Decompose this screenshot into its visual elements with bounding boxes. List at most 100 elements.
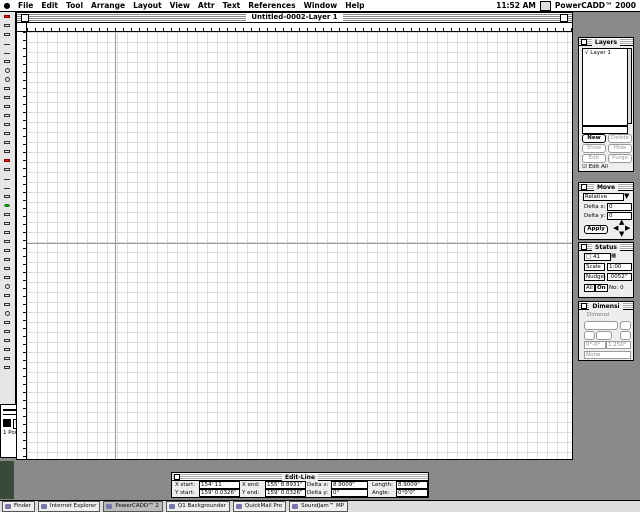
status-close-icon[interactable] xyxy=(581,244,587,250)
mirror-tool-icon[interactable] xyxy=(1,148,14,156)
zoom-box-icon[interactable] xyxy=(560,14,568,22)
y-start-field[interactable]: 159' 0.0326" xyxy=(199,489,240,497)
dimension-right-icon[interactable] xyxy=(620,331,631,340)
menu-view[interactable]: View xyxy=(166,1,194,10)
select-tool-icon[interactable] xyxy=(1,22,14,30)
dimension-format-field[interactable]: None xyxy=(584,351,631,359)
delta-y-line-field[interactable]: 0" xyxy=(331,489,368,497)
dimension-tool-icon[interactable] xyxy=(1,112,14,120)
menu-edit[interactable]: Edit xyxy=(37,1,62,10)
circle-tool-icon[interactable] xyxy=(1,67,14,75)
menu-arrange[interactable]: Arrange xyxy=(87,1,129,10)
arrow-right-icon[interactable]: ▶ xyxy=(625,225,630,232)
point-tool-icon[interactable] xyxy=(1,283,14,291)
edit-layer-button[interactable]: Edit xyxy=(582,154,606,163)
stair-tool-icon[interactable] xyxy=(1,229,14,237)
bezier-tool-icon[interactable] xyxy=(1,94,14,102)
stretch-tool-icon[interactable] xyxy=(1,319,14,327)
window-tool-icon[interactable] xyxy=(1,220,14,228)
group-tool-icon[interactable] xyxy=(1,328,14,336)
dimension-style-button[interactable] xyxy=(584,321,618,330)
layer-name-field[interactable] xyxy=(582,126,628,134)
on-toggle[interactable]: On xyxy=(595,284,608,292)
x-end-field[interactable]: 155' 8.8931" xyxy=(265,481,306,489)
perpendicular-line-tool-icon[interactable] xyxy=(1,49,14,57)
text-tool-icon[interactable] xyxy=(1,103,14,111)
measure-tool-icon[interactable] xyxy=(1,292,14,300)
pointer-tool-icon[interactable] xyxy=(1,13,14,21)
show-layer-button[interactable]: Show xyxy=(582,144,606,153)
door-tool-icon[interactable] xyxy=(1,211,14,219)
extend-tool-icon[interactable] xyxy=(1,355,14,363)
scale-field[interactable]: 1:00 xyxy=(607,263,632,271)
break-tool-icon[interactable] xyxy=(1,346,14,354)
dimension-option-icon[interactable] xyxy=(620,321,631,330)
arc-tool-icon[interactable] xyxy=(1,76,14,84)
task-internet-explorer[interactable]: Internet Explorer xyxy=(37,501,101,512)
layers-title-bar[interactable]: Layers xyxy=(579,38,633,46)
dimension-span-icon[interactable] xyxy=(596,331,612,340)
edit-line-title-bar[interactable]: Edit-Line xyxy=(172,473,428,481)
polygon-tool-icon[interactable] xyxy=(1,85,14,93)
angle-field[interactable]: 0°0'0" xyxy=(396,489,428,497)
fill-color-swatch[interactable] xyxy=(3,419,11,427)
delete-tool-icon[interactable] xyxy=(1,157,14,165)
dimension-angle-field[interactable]: 0°-0° xyxy=(584,341,606,349)
all-toggle[interactable]: All xyxy=(584,284,595,292)
menu-text[interactable]: Text xyxy=(219,1,245,10)
menu-references[interactable]: References xyxy=(244,1,299,10)
trim-tool-icon[interactable] xyxy=(1,121,14,129)
menu-layout[interactable]: Layout xyxy=(129,1,166,10)
menu-help[interactable]: Help xyxy=(341,1,368,10)
chevron-down-icon[interactable]: ▼ xyxy=(624,192,629,200)
grid-icon[interactable]: ▦ xyxy=(611,253,616,259)
new-layer-button[interactable]: New xyxy=(582,134,606,143)
layer-row[interactable]: √ Layer 1 xyxy=(583,49,627,57)
application-menu-label[interactable]: PowerCADD™ 2000 xyxy=(555,1,636,10)
vertical-ruler[interactable] xyxy=(17,32,27,459)
fillet-tool-icon[interactable] xyxy=(1,130,14,138)
delta-x-line-field[interactable]: 8.9009" xyxy=(331,481,368,489)
rectangle-tool-icon[interactable] xyxy=(1,58,14,66)
arrow-left-icon[interactable]: ◀ xyxy=(613,225,618,232)
zoom-tool-icon[interactable] xyxy=(1,202,14,210)
move-mode-select[interactable]: Relative xyxy=(583,193,624,201)
task-quickmail-pro[interactable]: QuickMail Pro xyxy=(232,501,287,512)
menu-attr[interactable]: Attr xyxy=(194,1,219,10)
purge-layer-button[interactable]: Purge xyxy=(608,154,632,163)
grid-tool-icon[interactable] xyxy=(1,238,14,246)
align-tool-icon[interactable] xyxy=(1,265,14,273)
menu-file[interactable]: File xyxy=(14,1,37,10)
double-line-tool-icon[interactable] xyxy=(1,184,14,192)
apple-menu-icon[interactable]: ● xyxy=(0,1,14,10)
y-end-field[interactable]: 159' 0.0326" xyxy=(265,489,306,497)
grid-value-field[interactable]: □ 41 xyxy=(584,253,611,261)
menubar-clock[interactable]: 11:52 AM xyxy=(496,1,536,10)
layers-scrollbar[interactable] xyxy=(627,48,632,124)
close-box-icon[interactable] xyxy=(21,14,29,22)
line-tool-icon[interactable] xyxy=(1,40,14,48)
dimensions-title-bar[interactable]: Dimensi xyxy=(579,302,633,310)
dimension-left-icon[interactable] xyxy=(584,331,595,340)
ruler-corner[interactable] xyxy=(17,23,27,32)
divide-tool-icon[interactable] xyxy=(1,364,14,372)
hide-layer-button[interactable]: Hide xyxy=(608,144,632,153)
task-q1-backgrounder[interactable]: Q1 Backgrounder xyxy=(165,501,230,512)
task-finder[interactable]: Finder xyxy=(2,501,35,512)
section-tool-icon[interactable] xyxy=(1,301,14,309)
library-tool-icon[interactable] xyxy=(1,256,14,264)
wall-tool-icon[interactable] xyxy=(1,175,14,183)
layers-close-icon[interactable] xyxy=(581,39,587,45)
menu-window[interactable]: Window xyxy=(300,1,342,10)
dimension-size-field[interactable]: 1.250° xyxy=(606,341,631,349)
edit-all-checkbox[interactable]: ☑ Edit All xyxy=(582,164,608,170)
offset-tool-icon[interactable] xyxy=(1,139,14,147)
attribute-tool-icon[interactable] xyxy=(1,166,14,174)
delete-layer-button[interactable]: Delete xyxy=(608,134,632,143)
symbol-tool-icon[interactable] xyxy=(1,247,14,255)
document-title-bar[interactable]: Untitled-0002-Layer 1 xyxy=(17,13,572,23)
delta-x-field[interactable]: 0 xyxy=(607,203,632,211)
task-soundjam[interactable]: SoundJam™ MP xyxy=(289,501,349,512)
ellipse-tool-icon[interactable] xyxy=(1,310,14,318)
menu-tool[interactable]: Tool xyxy=(62,1,87,10)
